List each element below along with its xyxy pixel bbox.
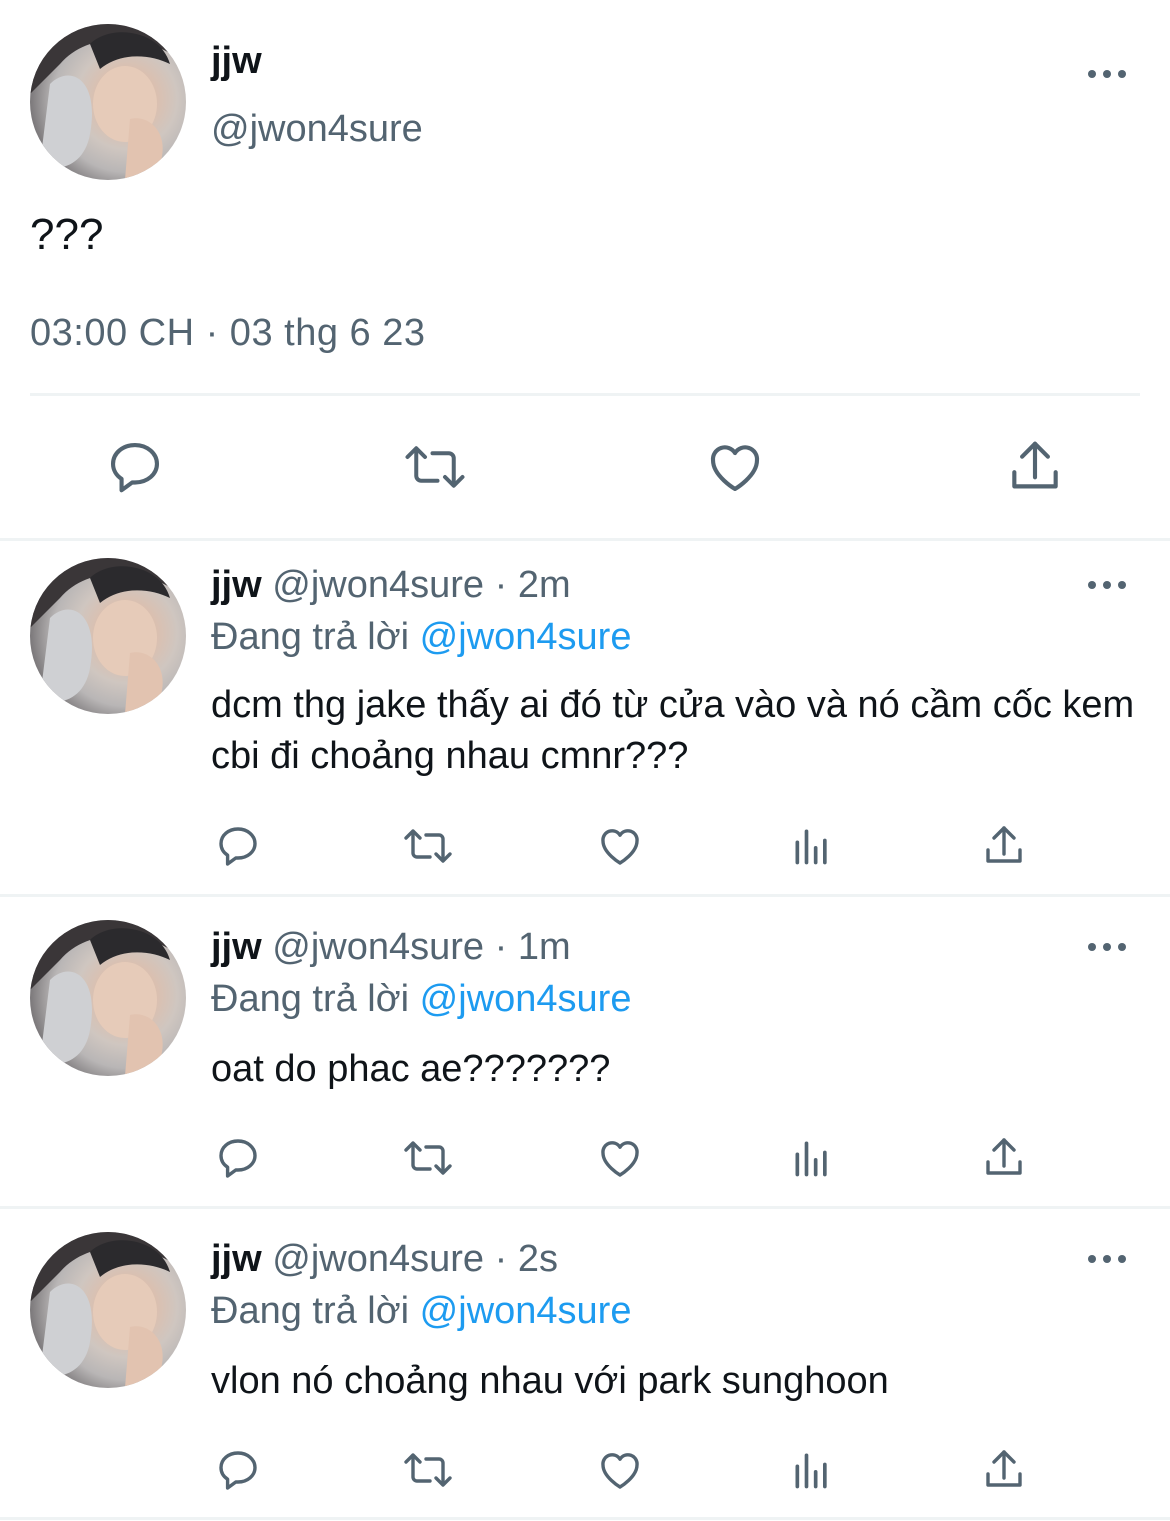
reply-time[interactable]: 1m [518, 926, 571, 968]
like-icon[interactable] [596, 1446, 644, 1494]
author-name[interactable]: jjw [211, 1238, 262, 1280]
reply-time[interactable]: 2m [518, 564, 571, 606]
reply-time[interactable]: 2s [518, 1238, 558, 1280]
share-icon[interactable] [980, 1446, 1028, 1494]
replying-prefix: Đang trả lời [211, 978, 410, 1020]
avatar[interactable] [30, 1232, 186, 1388]
retweet-icon[interactable] [400, 1134, 456, 1182]
more-options-icon[interactable] [1088, 68, 1128, 80]
mention-link[interactable]: @jwon4sure [420, 1290, 632, 1332]
reply-header: jjw @jwon4sure · 1m [211, 926, 571, 969]
tweet-text: dcm thg jake thấy ai đó từ cửa vào và nó… [211, 684, 1135, 777]
more-options-icon[interactable] [1088, 941, 1128, 953]
replying-prefix: Đang trả lời [211, 616, 410, 658]
avatar[interactable] [30, 558, 186, 714]
avatar[interactable] [30, 920, 186, 1076]
like-icon[interactable] [596, 822, 644, 870]
author-handle[interactable]: @jwon4sure [272, 926, 484, 968]
section-divider [0, 538, 1170, 541]
section-divider [0, 1206, 1170, 1209]
retweet-icon[interactable] [400, 436, 470, 498]
replying-to: Đang trả lời @jwon4sure [211, 616, 631, 659]
author-handle[interactable]: @jwon4sure [272, 564, 484, 606]
reply-icon[interactable] [104, 436, 166, 498]
author-name[interactable]: jjw [211, 40, 262, 83]
tweet-text: vlon nó choảng nhau với park sunghoon [211, 1360, 889, 1402]
like-icon[interactable] [596, 1134, 644, 1182]
views-icon[interactable] [790, 1448, 834, 1492]
author-name[interactable]: jjw [211, 564, 262, 606]
like-icon[interactable] [704, 436, 766, 498]
section-divider [0, 1517, 1170, 1520]
tweet-text: oat do phac ae??????? [211, 1048, 611, 1090]
more-options-icon[interactable] [1088, 1253, 1128, 1265]
author-name[interactable]: jjw [211, 926, 262, 968]
reply-header: jjw @jwon4sure · 2s [211, 1238, 558, 1281]
replying-to: Đang trả lời @jwon4sure [211, 1290, 631, 1333]
mention-link[interactable]: @jwon4sure [420, 978, 632, 1020]
divider [30, 393, 1140, 396]
share-icon[interactable] [1004, 436, 1066, 498]
retweet-icon[interactable] [400, 822, 456, 870]
separator-dot: · [494, 926, 508, 968]
share-icon[interactable] [980, 1134, 1028, 1182]
separator-dot: · [494, 1238, 508, 1280]
views-icon[interactable] [790, 1136, 834, 1180]
reply-icon[interactable] [214, 1446, 262, 1494]
avatar[interactable] [30, 24, 186, 180]
replying-prefix: Đang trả lời [211, 1290, 410, 1332]
tweet-timestamp[interactable]: 03:00 CH · 03 thg 6 23 [30, 312, 425, 355]
reply-icon[interactable] [214, 822, 262, 870]
mention-link[interactable]: @jwon4sure [420, 616, 632, 658]
tweet-text: ??? [30, 210, 104, 259]
reply-header: jjw @jwon4sure · 2m [211, 564, 571, 607]
more-options-icon[interactable] [1088, 579, 1128, 591]
retweet-icon[interactable] [400, 1446, 456, 1494]
author-handle[interactable]: @jwon4sure [272, 1238, 484, 1280]
section-divider [0, 894, 1170, 897]
reply-icon[interactable] [214, 1134, 262, 1182]
replying-to: Đang trả lời @jwon4sure [211, 978, 631, 1021]
views-icon[interactable] [790, 824, 834, 868]
share-icon[interactable] [980, 822, 1028, 870]
separator-dot: · [494, 564, 508, 606]
author-handle[interactable]: @jwon4sure [211, 108, 423, 151]
